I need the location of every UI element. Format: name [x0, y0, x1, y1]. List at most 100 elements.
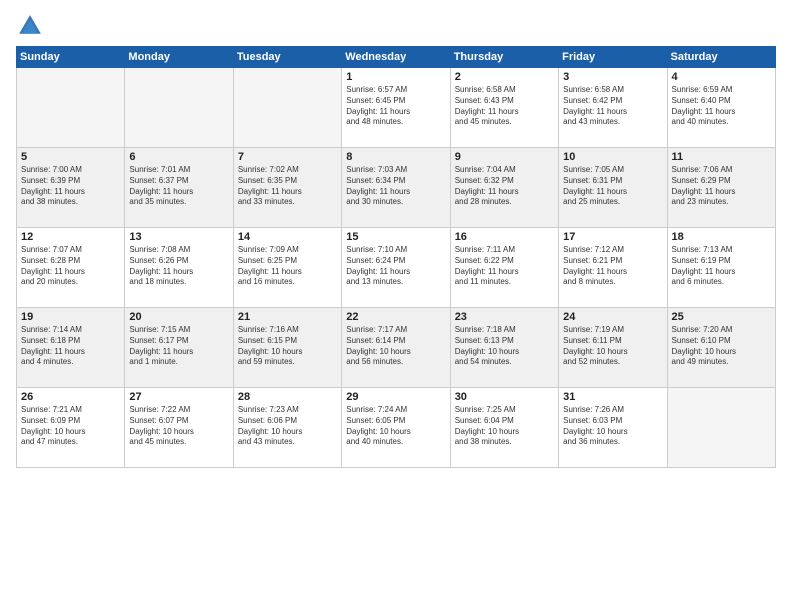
calendar-cell: 21 Sunrise: 7:16 AM Sunset: 6:15 PM Dayli…	[233, 308, 341, 388]
day-info: Sunrise: 7:24 AM Sunset: 6:05 PM Dayligh…	[346, 405, 445, 448]
calendar-body: 1 Sunrise: 6:57 AM Sunset: 6:45 PM Daylig…	[17, 68, 776, 468]
calendar-week-row: 1 Sunrise: 6:57 AM Sunset: 6:45 PM Daylig…	[17, 68, 776, 148]
calendar-cell: 11 Sunrise: 7:06 AM Sunset: 6:29 PM Dayli…	[667, 148, 775, 228]
day-number: 31	[563, 391, 662, 403]
day-number: 27	[129, 391, 228, 403]
calendar-cell: 20Sunrise: 7:15 AM Sunset: 6:17 PM Dayli…	[125, 308, 233, 388]
calendar-cell	[667, 388, 775, 468]
calendar-cell	[233, 68, 341, 148]
calendar-cell: 16Sunrise: 7:11 AM Sunset: 6:22 PM Dayli…	[450, 228, 558, 308]
day-info: Sunrise: 6:59 AM Sunset: 6:40 PM Dayligh…	[672, 85, 771, 128]
calendar-cell: 29 Sunrise: 7:24 AM Sunset: 6:05 PM Dayli…	[342, 388, 450, 468]
day-number: 5	[21, 151, 120, 163]
day-number: 18	[672, 231, 771, 243]
calendar-cell: 3 Sunrise: 6:58 AM Sunset: 6:42 PM Daylig…	[559, 68, 667, 148]
day-info: Sunrise: 7:08 AM Sunset: 6:26 PM Dayligh…	[129, 245, 228, 288]
logo	[16, 12, 48, 40]
calendar-cell: 17Sunrise: 7:12 AM Sunset: 6:21 PM Dayli…	[559, 228, 667, 308]
day-number: 23	[455, 311, 554, 323]
logo-icon	[16, 12, 44, 40]
header	[16, 12, 776, 40]
calendar-cell: 4 Sunrise: 6:59 AM Sunset: 6:40 PM Daylig…	[667, 68, 775, 148]
calendar-cell: 24Sunrise: 7:19 AM Sunset: 6:11 PM Dayli…	[559, 308, 667, 388]
day-info: Sunrise: 7:00 AM Sunset: 6:39 PM Dayligh…	[21, 165, 120, 208]
day-info: Sunrise: 7:22 AM Sunset: 6:07 PM Dayligh…	[129, 405, 228, 448]
day-number: 21	[238, 311, 337, 323]
day-info: Sunrise: 7:25 AM Sunset: 6:04 PM Dayligh…	[455, 405, 554, 448]
calendar-cell: 14Sunrise: 7:09 AM Sunset: 6:25 PM Dayli…	[233, 228, 341, 308]
day-info: Sunrise: 7:10 AM Sunset: 6:24 PM Dayligh…	[346, 245, 445, 288]
day-number: 29	[346, 391, 445, 403]
day-info: Sunrise: 7:03 AM Sunset: 6:34 PM Dayligh…	[346, 165, 445, 208]
day-number: 11	[672, 151, 771, 163]
calendar-cell: 10 Sunrise: 7:05 AM Sunset: 6:31 PM Dayli…	[559, 148, 667, 228]
calendar-cell: 12Sunrise: 7:07 AM Sunset: 6:28 PM Dayli…	[17, 228, 125, 308]
calendar-week-row: 26 Sunrise: 7:21 AM Sunset: 6:09 PM Dayli…	[17, 388, 776, 468]
weekday-header: Friday	[559, 47, 667, 68]
day-info: Sunrise: 7:04 AM Sunset: 6:32 PM Dayligh…	[455, 165, 554, 208]
calendar-cell	[17, 68, 125, 148]
day-info: Sunrise: 7:17 AM Sunset: 6:14 PM Dayligh…	[346, 325, 445, 368]
calendar-cell: 9 Sunrise: 7:04 AM Sunset: 6:32 PM Daylig…	[450, 148, 558, 228]
calendar-week-row: 19 Sunrise: 7:14 AM Sunset: 6:18 PM Dayli…	[17, 308, 776, 388]
calendar-header: SundayMondayTuesdayWednesdayThursdayFrid…	[17, 47, 776, 68]
calendar-cell: 1 Sunrise: 6:57 AM Sunset: 6:45 PM Daylig…	[342, 68, 450, 148]
calendar-cell: 2 Sunrise: 6:58 AM Sunset: 6:43 PM Daylig…	[450, 68, 558, 148]
calendar-week-row: 12Sunrise: 7:07 AM Sunset: 6:28 PM Dayli…	[17, 228, 776, 308]
calendar-week-row: 5 Sunrise: 7:00 AM Sunset: 6:39 PM Daylig…	[17, 148, 776, 228]
day-number: 30	[455, 391, 554, 403]
day-number: 10	[563, 151, 662, 163]
day-info: Sunrise: 7:21 AM Sunset: 6:09 PM Dayligh…	[21, 405, 120, 448]
day-number: 15	[346, 231, 445, 243]
calendar-cell: 5 Sunrise: 7:00 AM Sunset: 6:39 PM Daylig…	[17, 148, 125, 228]
day-number: 1	[346, 71, 445, 83]
day-info: Sunrise: 6:58 AM Sunset: 6:42 PM Dayligh…	[563, 85, 662, 128]
calendar-cell: 18 Sunrise: 7:13 AM Sunset: 6:19 PM Dayli…	[667, 228, 775, 308]
calendar: SundayMondayTuesdayWednesdayThursdayFrid…	[16, 46, 776, 468]
day-number: 7	[238, 151, 337, 163]
calendar-cell: 19 Sunrise: 7:14 AM Sunset: 6:18 PM Dayli…	[17, 308, 125, 388]
day-number: 4	[672, 71, 771, 83]
day-info: Sunrise: 7:20 AM Sunset: 6:10 PM Dayligh…	[672, 325, 771, 368]
day-info: Sunrise: 6:58 AM Sunset: 6:43 PM Dayligh…	[455, 85, 554, 128]
calendar-cell: 6Sunrise: 7:01 AM Sunset: 6:37 PM Daylig…	[125, 148, 233, 228]
day-number: 16	[455, 231, 554, 243]
calendar-cell: 26 Sunrise: 7:21 AM Sunset: 6:09 PM Dayli…	[17, 388, 125, 468]
day-info: Sunrise: 7:05 AM Sunset: 6:31 PM Dayligh…	[563, 165, 662, 208]
weekday-header: Monday	[125, 47, 233, 68]
day-info: Sunrise: 7:15 AM Sunset: 6:17 PM Dayligh…	[129, 325, 228, 368]
day-number: 2	[455, 71, 554, 83]
day-info: Sunrise: 6:57 AM Sunset: 6:45 PM Dayligh…	[346, 85, 445, 128]
weekday-header: Tuesday	[233, 47, 341, 68]
calendar-cell: 23 Sunrise: 7:18 AM Sunset: 6:13 PM Dayli…	[450, 308, 558, 388]
weekday-header: Wednesday	[342, 47, 450, 68]
day-number: 13	[129, 231, 228, 243]
day-number: 14	[238, 231, 337, 243]
calendar-cell: 27 Sunrise: 7:22 AM Sunset: 6:07 PM Dayli…	[125, 388, 233, 468]
day-info: Sunrise: 7:23 AM Sunset: 6:06 PM Dayligh…	[238, 405, 337, 448]
day-number: 22	[346, 311, 445, 323]
weekday-header: Saturday	[667, 47, 775, 68]
day-number: 12	[21, 231, 120, 243]
day-info: Sunrise: 7:18 AM Sunset: 6:13 PM Dayligh…	[455, 325, 554, 368]
day-number: 24	[563, 311, 662, 323]
calendar-cell: 15 Sunrise: 7:10 AM Sunset: 6:24 PM Dayli…	[342, 228, 450, 308]
day-info: Sunrise: 7:14 AM Sunset: 6:18 PM Dayligh…	[21, 325, 120, 368]
day-number: 26	[21, 391, 120, 403]
day-info: Sunrise: 7:12 AM Sunset: 6:21 PM Dayligh…	[563, 245, 662, 288]
calendar-cell: 8Sunrise: 7:03 AM Sunset: 6:34 PM Daylig…	[342, 148, 450, 228]
calendar-cell: 22 Sunrise: 7:17 AM Sunset: 6:14 PM Dayli…	[342, 308, 450, 388]
day-number: 19	[21, 311, 120, 323]
calendar-cell: 28Sunrise: 7:23 AM Sunset: 6:06 PM Dayli…	[233, 388, 341, 468]
day-info: Sunrise: 7:16 AM Sunset: 6:15 PM Dayligh…	[238, 325, 337, 368]
calendar-cell: 13 Sunrise: 7:08 AM Sunset: 6:26 PM Dayli…	[125, 228, 233, 308]
weekday-header: Thursday	[450, 47, 558, 68]
day-number: 3	[563, 71, 662, 83]
day-info: Sunrise: 7:13 AM Sunset: 6:19 PM Dayligh…	[672, 245, 771, 288]
day-info: Sunrise: 7:06 AM Sunset: 6:29 PM Dayligh…	[672, 165, 771, 208]
day-number: 9	[455, 151, 554, 163]
day-info: Sunrise: 7:02 AM Sunset: 6:35 PM Dayligh…	[238, 165, 337, 208]
day-number: 25	[672, 311, 771, 323]
day-info: Sunrise: 7:26 AM Sunset: 6:03 PM Dayligh…	[563, 405, 662, 448]
calendar-cell: 25 Sunrise: 7:20 AM Sunset: 6:10 PM Dayli…	[667, 308, 775, 388]
